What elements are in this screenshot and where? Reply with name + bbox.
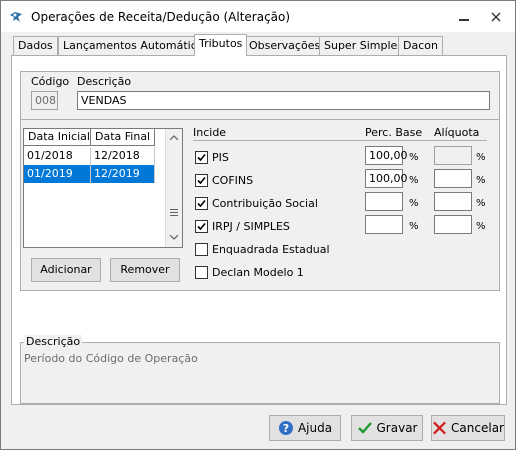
enquadrada-estadual-checkbox[interactable] [195,243,208,256]
help-label: Ajuda [297,421,333,435]
description-group-title: Descrição [24,335,83,348]
irpj-simples-checkbox[interactable] [195,220,208,233]
cofins-label: COFINS [212,174,254,187]
cell-data-final: 12/2019 [91,165,155,183]
window-title: Operações de Receita/Dedução (Alteração) [31,10,291,24]
help-button[interactable]: ? Ajuda [269,415,341,441]
pis-checkbox[interactable] [195,151,208,164]
grid-vertical-scrollbar[interactable] [165,129,182,247]
descricao-field[interactable]: VENDAS [77,91,490,110]
tab-lancamentos-automaticos[interactable]: Lançamentos Automáticos [58,36,215,55]
tab-label: Tributos [199,37,243,50]
tab-dados[interactable]: Dados [13,36,58,55]
cell-data-inicial: 01/2019 [24,165,91,183]
percent-sign: % [476,152,486,163]
checkmark-icon [197,199,206,208]
cancel-label: Cancelar [451,421,504,435]
grid-header: Data Inicial Data Final [24,129,155,146]
tab-label: Dacon [403,39,438,52]
column-header-data-inicial[interactable]: Data Inicial [24,129,91,146]
periods-grid[interactable]: Data Inicial Data Final 01/2018 12/2018 … [23,128,183,248]
contribuicao-social-checkbox[interactable] [195,197,208,210]
table-row[interactable]: 01/2019 12/2019 [24,165,155,183]
incide-header: Incide [193,126,227,139]
tab-observacoes[interactable]: Observações [244,36,326,55]
tab-tributos[interactable]: Tributos [194,34,248,56]
cell-data-final: 12/2018 [91,147,155,165]
remove-period-label: Remover [120,263,170,276]
app-logo-icon [10,12,22,22]
tab-label: Dados [18,39,53,52]
cancel-x-icon [433,421,446,435]
description-text: Período do Código de Operação [24,352,198,365]
contribuicao-social-aliquota-input[interactable] [434,192,472,211]
percent-sign: % [409,175,419,186]
codigo-field: 008 [31,91,58,110]
close-icon [491,12,501,22]
percent-sign: % [409,221,419,232]
header-divider [193,140,487,141]
contribuicao-social-label: Contribuição Social [212,197,318,210]
close-button[interactable] [485,7,507,27]
cofins-checkbox[interactable] [195,174,208,187]
percent-sign: % [476,175,486,186]
cofins-perc-base-input[interactable]: 100,00 [365,169,408,188]
aliquota-header: Alíquota [434,126,480,139]
codigo-label: Código [31,75,70,88]
table-row[interactable]: 01/2018 12/2018 [24,147,155,165]
checkmark-icon [197,222,206,231]
pis-perc-base-input[interactable]: 100,00 [365,146,408,165]
scroll-grip-icon[interactable] [169,207,179,217]
declan-modelo-1-checkbox[interactable] [195,266,208,279]
title-bar[interactable]: Operações de Receita/Dedução (Alteração) [1,1,515,32]
scroll-down-icon[interactable] [166,229,182,245]
percent-sign: % [409,152,419,163]
column-header-data-final[interactable]: Data Final [91,129,155,146]
irpj-simples-label: IRPJ / SIMPLES [212,220,290,233]
section-divider [21,119,499,120]
irpj-simples-aliquota-input[interactable] [434,215,472,234]
enquadrada-estadual-label: Enquadrada Estadual [212,243,330,256]
minimize-button[interactable] [453,7,475,27]
add-period-button[interactable]: Adicionar [31,258,101,282]
percent-sign: % [476,221,486,232]
percent-sign: % [476,198,486,209]
tab-label: Lançamentos Automáticos [63,39,210,52]
add-period-label: Adicionar [40,263,92,276]
cell-data-inicial: 01/2018 [24,147,91,165]
pis-aliquota-input [434,146,472,165]
save-label: Gravar [376,421,418,435]
tributos-group: Código Descrição 008 VENDAS Data Inicial… [20,71,500,291]
checkmark-icon [197,176,206,185]
remove-period-button[interactable]: Remover [110,258,180,282]
percent-sign: % [409,198,419,209]
description-group: Descrição Período do Código de Operação [20,335,500,404]
declan-modelo-1-label: Declan Modelo 1 [212,266,304,279]
checkmark-icon [357,422,372,434]
tab-super-simples[interactable]: Super Simples [319,36,409,55]
perc-base-header: Perc. Base [365,126,423,139]
dialog-footer: ? Ajuda Gravar Cancelar [1,405,515,449]
tab-dacon[interactable]: Dacon [398,36,443,55]
help-icon: ? [278,421,293,435]
contribuicao-social-perc-base-input[interactable] [365,192,403,211]
save-button[interactable]: Gravar [351,415,423,441]
tab-label: Observações [249,39,321,52]
dialog-window: Operações de Receita/Dedução (Alteração)… [0,0,516,450]
descricao-label: Descrição [77,75,132,88]
svg-text:?: ? [283,422,289,435]
tributos-tab-panel: Código Descrição 008 VENDAS Data Inicial… [11,55,507,405]
minimize-icon [459,19,469,21]
checkmark-icon [197,153,206,162]
cancel-button[interactable]: Cancelar [431,415,505,441]
pis-label: PIS [212,151,229,164]
irpj-simples-perc-base-input[interactable] [365,215,403,234]
scroll-up-icon[interactable] [166,129,182,145]
cofins-aliquota-input[interactable] [434,169,472,188]
tab-label: Super Simples [324,39,404,52]
